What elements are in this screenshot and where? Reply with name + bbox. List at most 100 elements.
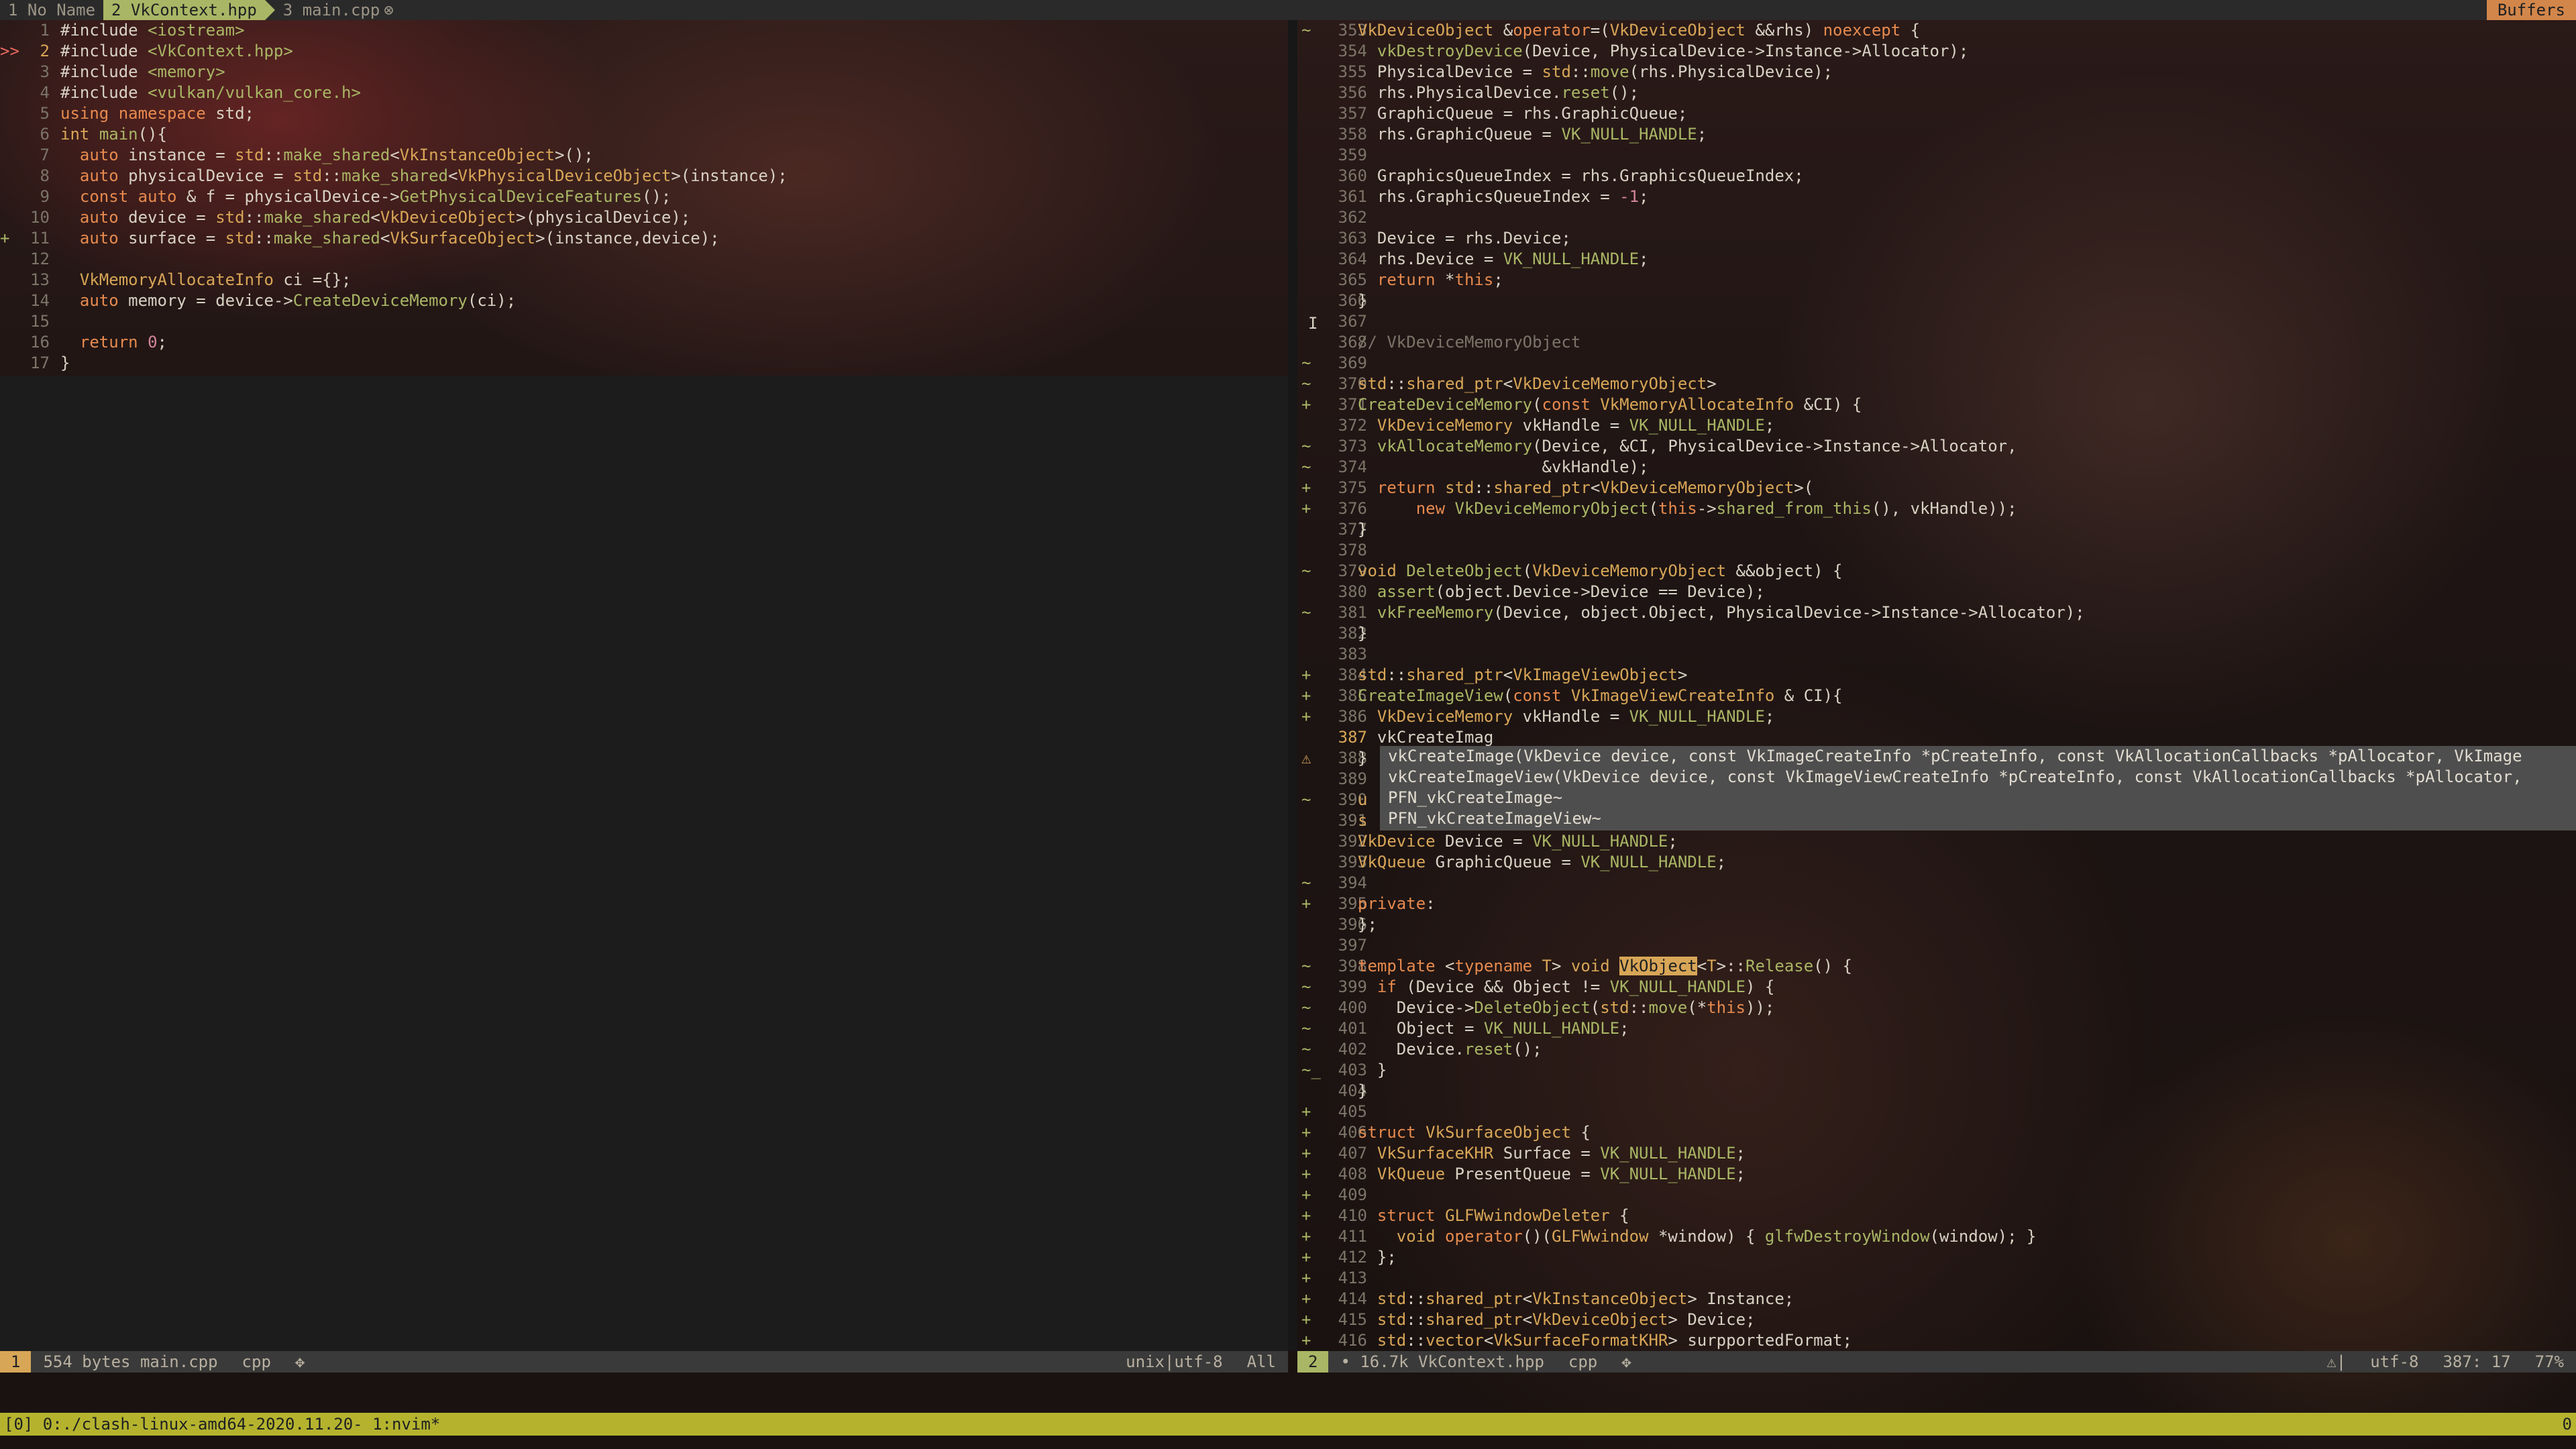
- code-text[interactable]: }: [1358, 519, 1367, 540]
- code-text[interactable]: auto surface = std::make_shared<VkSurfac…: [60, 228, 720, 249]
- code-text[interactable]: void DeleteObject(VkDeviceMemoryObject &…: [1358, 561, 1842, 582]
- code-line[interactable]: 365 return *this;: [1297, 270, 2576, 290]
- code-line[interactable]: +407 VkSurfaceKHR Surface = VK_NULL_HAND…: [1297, 1143, 2576, 1164]
- tab-no-name[interactable]: 1 No Name: [0, 0, 103, 20]
- code-line[interactable]: 397: [1297, 935, 2576, 956]
- code-text[interactable]: s: [1358, 810, 1367, 831]
- code-text[interactable]: #include <iostream>: [60, 20, 245, 41]
- completion-item[interactable]: vkCreateImageView(VkDevice device, const…: [1380, 767, 2576, 788]
- code-text[interactable]: Object = VK_NULL_HANDLE;: [1358, 1018, 1629, 1039]
- code-line[interactable]: 366}: [1297, 290, 2576, 311]
- code-text[interactable]: GraphicQueue = rhs.GraphicQueue;: [1358, 103, 1687, 124]
- code-text[interactable]: #include <VkContext.hpp>: [60, 41, 293, 62]
- code-text[interactable]: rhs.GraphicsQueueIndex = -1;: [1358, 186, 1649, 207]
- code-line[interactable]: ~398 template <typename T> void VkObject<…: [1297, 956, 2576, 977]
- code-line[interactable]: 383: [1297, 644, 2576, 665]
- completion-popup[interactable]: vkCreateImage(VkDevice device, const VkI…: [1380, 746, 2576, 830]
- code-line[interactable]: ~369: [1297, 353, 2576, 374]
- code-text[interactable]: std::shared_ptr<VkDeviceMemoryObject>: [1358, 374, 1717, 394]
- code-line[interactable]: 356 rhs.PhysicalDevice.reset();: [1297, 83, 2576, 103]
- code-line[interactable]: +412 };: [1297, 1247, 2576, 1268]
- code-line[interactable]: 378: [1297, 540, 2576, 561]
- code-text[interactable]: u: [1358, 790, 1367, 810]
- code-text[interactable]: rhs.PhysicalDevice.reset();: [1358, 83, 1639, 103]
- code-line[interactable]: 16 return 0;: [0, 332, 1288, 353]
- code-text[interactable]: }: [1358, 748, 1367, 769]
- code-text[interactable]: #include <vulkan/vulkan_core.h>: [60, 83, 361, 103]
- code-line[interactable]: +11 auto surface = std::make_shared<VkSu…: [0, 228, 1288, 249]
- code-text[interactable]: VkMemoryAllocateInfo ci ={};: [60, 270, 352, 290]
- code-line[interactable]: 363 Device = rhs.Device;: [1297, 228, 2576, 249]
- code-text[interactable]: return 0;: [60, 332, 167, 353]
- code-line[interactable]: ~400 Device->DeleteObject(std::move(*thi…: [1297, 998, 2576, 1018]
- code-line[interactable]: ~402 Device.reset();: [1297, 1039, 2576, 1060]
- code-line[interactable]: 358 rhs.GraphicQueue = VK_NULL_HANDLE;: [1297, 124, 2576, 145]
- code-text[interactable]: VkSurfaceKHR Surface = VK_NULL_HANDLE;: [1358, 1143, 1746, 1164]
- code-text[interactable]: template <typename T> void VkObject<T>::…: [1358, 956, 1852, 977]
- code-line[interactable]: 355 PhysicalDevice = std::move(rhs.Physi…: [1297, 62, 2576, 83]
- code-text[interactable]: auto memory = device->CreateDeviceMemory…: [60, 290, 516, 311]
- code-text[interactable]: vkDestroyDevice(Device, PhysicalDevice->…: [1358, 41, 1968, 62]
- code-text[interactable]: #include <memory>: [60, 62, 225, 83]
- code-line[interactable]: 12: [0, 249, 1288, 270]
- code-line[interactable]: +371 CreateDeviceMemory(const VkMemoryAll…: [1297, 394, 2576, 415]
- code-line[interactable]: 8 auto physicalDevice = std::make_shared…: [0, 166, 1288, 186]
- code-line[interactable]: ~370 std::shared_ptr<VkDeviceMemoryObject…: [1297, 374, 2576, 394]
- code-line[interactable]: 361 rhs.GraphicsQueueIndex = -1;: [1297, 186, 2576, 207]
- code-line[interactable]: 364 rhs.Device = VK_NULL_HANDLE;: [1297, 249, 2576, 270]
- code-text[interactable]: vkCreateImag: [1358, 727, 1493, 748]
- code-line[interactable]: 404}: [1297, 1081, 2576, 1102]
- code-text[interactable]: auto physicalDevice = std::make_shared<V…: [60, 166, 788, 186]
- code-line[interactable]: 17}: [0, 353, 1288, 374]
- code-text[interactable]: }: [1358, 290, 1367, 311]
- code-text[interactable]: CreateImageView(const VkImageViewCreateI…: [1358, 686, 1843, 706]
- code-text[interactable]: vkAllocateMemory(Device, &CI, PhysicalDe…: [1358, 436, 2017, 457]
- code-line[interactable]: 6 int main(){: [0, 124, 1288, 145]
- code-text[interactable]: auto device = std::make_shared<VkDeviceO…: [60, 207, 690, 228]
- code-text[interactable]: Device = rhs.Device;: [1358, 228, 1571, 249]
- code-line[interactable]: 354 vkDestroyDevice(Device, PhysicalDevi…: [1297, 41, 2576, 62]
- code-text[interactable]: const auto & f = physicalDevice->GetPhys…: [60, 186, 671, 207]
- code-text[interactable]: assert(object.Device->Device == Device);: [1358, 582, 1765, 602]
- code-line[interactable]: +406 struct VkSurfaceObject {: [1297, 1122, 2576, 1143]
- code-text[interactable]: }: [60, 353, 70, 374]
- code-line[interactable]: +410 struct GLFWwindowDeleter {: [1297, 1205, 2576, 1226]
- code-text[interactable]: };: [1358, 914, 1377, 935]
- code-line[interactable]: ~379 void DeleteObject(VkDeviceMemoryObje…: [1297, 561, 2576, 582]
- code-line[interactable]: 367: [1297, 311, 2576, 332]
- code-line[interactable]: +413: [1297, 1268, 2576, 1289]
- code-line[interactable]: 393 VkQueue GraphicQueue = VK_NULL_HANDLE…: [1297, 852, 2576, 873]
- code-text[interactable]: std::shared_ptr<VkImageViewObject>: [1358, 665, 1687, 686]
- code-line[interactable]: ~374 &vkHandle);: [1297, 457, 2576, 478]
- code-text[interactable]: rhs.Device = VK_NULL_HANDLE;: [1358, 249, 1649, 270]
- code-line[interactable]: 4 #include <vulkan/vulkan_core.h>: [0, 83, 1288, 103]
- code-text[interactable]: std::shared_ptr<VkInstanceObject> Instan…: [1358, 1289, 1794, 1309]
- code-line[interactable]: +385 CreateImageView(const VkImageViewCre…: [1297, 686, 2576, 706]
- code-text[interactable]: PhysicalDevice = std::move(rhs.PhysicalD…: [1358, 62, 1833, 83]
- code-line[interactable]: 387 vkCreateImag: [1297, 727, 2576, 748]
- code-text[interactable]: GraphicsQueueIndex = rhs.GraphicsQueueIn…: [1358, 166, 1804, 186]
- code-line[interactable]: 13 VkMemoryAllocateInfo ci ={};: [0, 270, 1288, 290]
- code-text[interactable]: VkDeviceMemory vkHandle = VK_NULL_HANDLE…: [1358, 415, 1774, 436]
- code-text[interactable]: }: [1358, 1081, 1367, 1102]
- code-line[interactable]: 14 auto memory = device->CreateDeviceMem…: [0, 290, 1288, 311]
- code-line[interactable]: 382}: [1297, 623, 2576, 644]
- code-line[interactable]: 396};: [1297, 914, 2576, 935]
- code-line[interactable]: ~373 vkAllocateMemory(Device, &CI, Physi…: [1297, 436, 2576, 457]
- completion-item[interactable]: vkCreateImage(VkDevice device, const VkI…: [1380, 746, 2576, 767]
- tab-main-cpp[interactable]: 3 main.cpp ⊗: [275, 0, 402, 20]
- code-line[interactable]: +408 VkQueue PresentQueue = VK_NULL_HAND…: [1297, 1164, 2576, 1185]
- code-text[interactable]: VkQueue PresentQueue = VK_NULL_HANDLE;: [1358, 1164, 1746, 1185]
- code-text[interactable]: int main(){: [60, 124, 167, 145]
- code-line[interactable]: 1 #include <iostream>: [0, 20, 1288, 41]
- code-text[interactable]: using namespace std;: [60, 103, 254, 124]
- code-text[interactable]: std::vector<VkSurfaceFormatKHR> surpport…: [1358, 1330, 1852, 1351]
- code-line[interactable]: +411 void operator()(GLFWwindow *window)…: [1297, 1226, 2576, 1247]
- code-text[interactable]: if (Device && Object != VK_NULL_HANDLE) …: [1358, 977, 1774, 998]
- code-text[interactable]: new VkDeviceMemoryObject(this->shared_fr…: [1358, 498, 2017, 519]
- vertical-split-divider[interactable]: [1288, 20, 1297, 1351]
- code-line[interactable]: 3 #include <memory>: [0, 62, 1288, 83]
- completion-item[interactable]: PFN_vkCreateImage~: [1380, 788, 2576, 808]
- code-line[interactable]: 359: [1297, 145, 2576, 166]
- code-text[interactable]: auto instance = std::make_shared<VkInsta…: [60, 145, 594, 166]
